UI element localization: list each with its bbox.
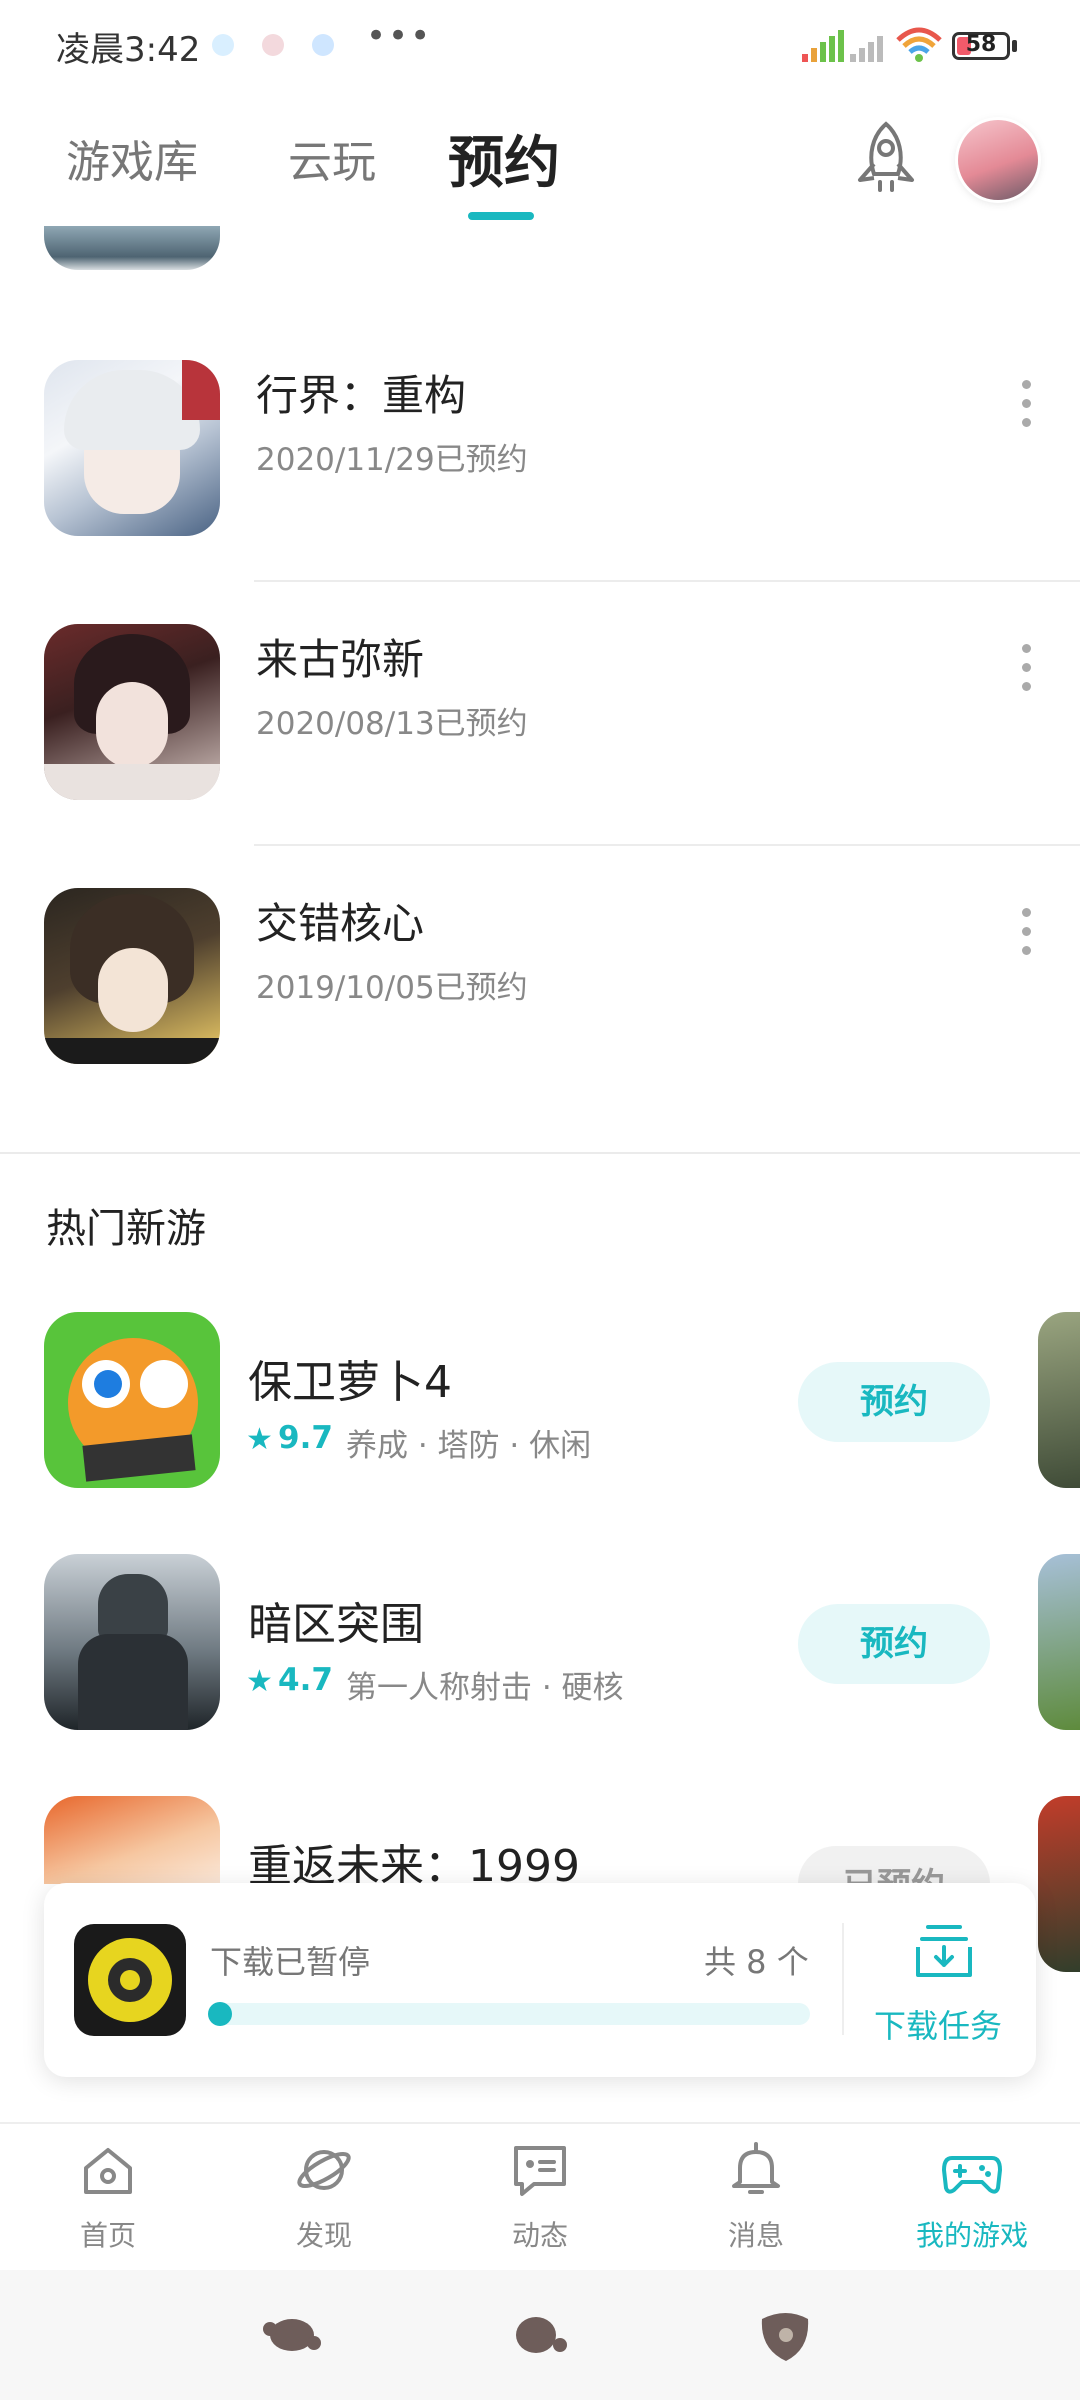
nav-label: 消息 <box>727 2219 784 2252</box>
section-divider <box>0 1152 1080 1154</box>
nav-label: 动态 <box>511 2219 568 2252</box>
discover-icon <box>297 2150 351 2190</box>
rating-value: 9.7 <box>278 1420 333 1456</box>
tab-game-library[interactable]: 游戏库 <box>66 126 198 190</box>
download-tray-icon[interactable] <box>912 1919 976 1981</box>
next-card-peek[interactable] <box>1038 1312 1080 1488</box>
home-gesture-icon[interactable] <box>508 2305 574 2365</box>
notification-icon <box>312 34 334 56</box>
battery-icon: 58 <box>952 32 1010 60</box>
notification-icon <box>212 34 234 56</box>
game-icon-xingjie[interactable] <box>44 360 220 536</box>
download-progress-track <box>210 2003 810 2025</box>
more-notifications-icon: ••• <box>366 16 433 56</box>
game-title[interactable]: 暗区突围 <box>248 1588 424 1652</box>
section-title-hot-new-games: 热门新游 <box>46 1206 206 1252</box>
game-title[interactable]: 交错核心 <box>256 890 424 951</box>
signal-2-icon <box>850 36 883 62</box>
nav-label: 发现 <box>295 2219 352 2252</box>
game-title[interactable]: 行界：重构 <box>256 362 466 423</box>
game-icon-chongfanweilai1999[interactable] <box>44 1796 220 1884</box>
row-divider <box>254 580 1080 582</box>
nav-label: 首页 <box>79 2219 136 2252</box>
tab-active-indicator <box>468 212 534 220</box>
home-icon <box>84 2148 132 2194</box>
game-tags: 第一人称射击 · 硬核 <box>346 1670 624 1706</box>
reserved-date: 2020/11/29已预约 <box>256 442 528 478</box>
game-icon-partial[interactable] <box>44 226 220 270</box>
nav-discover[interactable]: 发现 <box>216 2140 432 2254</box>
battery-cap <box>1012 40 1017 52</box>
rocket-icon[interactable] <box>850 120 922 196</box>
download-progress-handle <box>208 2002 232 2026</box>
more-options-icon[interactable] <box>1022 644 1032 701</box>
nav-my-games[interactable]: 我的游戏 <box>864 2140 1080 2254</box>
tab-cloud-play[interactable]: 云玩 <box>288 126 376 190</box>
download-game-icon <box>74 1924 186 2036</box>
avatar[interactable] <box>958 120 1038 200</box>
nav-feed[interactable]: 动态 <box>432 2140 648 2254</box>
game-icon-baoweiluobo4[interactable] <box>44 1312 220 1488</box>
panel-divider <box>842 1923 844 2035</box>
reserved-button[interactable]: 已预约 <box>798 1846 990 1884</box>
download-tasks-label[interactable]: 下载任务 <box>874 2001 1002 2047</box>
reserve-button[interactable]: 预约 <box>798 1362 990 1442</box>
game-title[interactable]: 来古弥新 <box>256 626 424 687</box>
star-icon: ★ <box>246 1422 273 1457</box>
tab-reservations[interactable]: 预约 <box>448 118 560 199</box>
more-options-icon[interactable] <box>1022 908 1032 965</box>
download-count: 共 8 个 <box>704 1943 809 1981</box>
game-icon-laigumixin[interactable] <box>44 624 220 800</box>
bell-icon <box>732 2142 780 2194</box>
feed-icon <box>514 2146 566 2196</box>
next-card-peek[interactable] <box>1038 1796 1080 1972</box>
wifi-icon <box>896 27 942 62</box>
nav-divider <box>0 2122 1080 2124</box>
star-icon: ★ <box>246 1664 273 1699</box>
nav-home[interactable]: 首页 <box>0 2140 216 2254</box>
download-status: 下载已暂停 <box>210 1943 371 1981</box>
game-icon-anqutuwei[interactable] <box>44 1554 220 1730</box>
nav-messages[interactable]: 消息 <box>648 2140 864 2254</box>
row-divider <box>254 844 1080 846</box>
notification-icon <box>262 34 284 56</box>
recents-gesture-icon[interactable] <box>752 2305 818 2365</box>
next-card-peek[interactable] <box>1038 1554 1080 1730</box>
more-options-icon[interactable] <box>1022 380 1032 437</box>
nav-label: 我的游戏 <box>915 2219 1028 2252</box>
game-title[interactable]: 保卫萝卜4 <box>248 1346 452 1410</box>
gamepad-icon <box>942 2156 1002 2194</box>
game-icon-jiaocuohexin[interactable] <box>44 888 220 1064</box>
reserved-date: 2020/08/13已预约 <box>256 706 528 742</box>
back-gesture-icon[interactable] <box>258 2305 324 2365</box>
game-tags: 养成 · 塔防 · 休闲 <box>346 1428 592 1464</box>
download-panel[interactable]: 下载已暂停 共 8 个 下载任务 <box>44 1883 1036 2077</box>
reserved-date: 2019/10/05已预约 <box>256 970 528 1006</box>
status-time: 凌晨3:42 <box>56 30 201 70</box>
reserve-button[interactable]: 预约 <box>798 1604 990 1684</box>
rating-value: 4.7 <box>278 1662 333 1698</box>
battery-level: 58 <box>965 32 997 57</box>
